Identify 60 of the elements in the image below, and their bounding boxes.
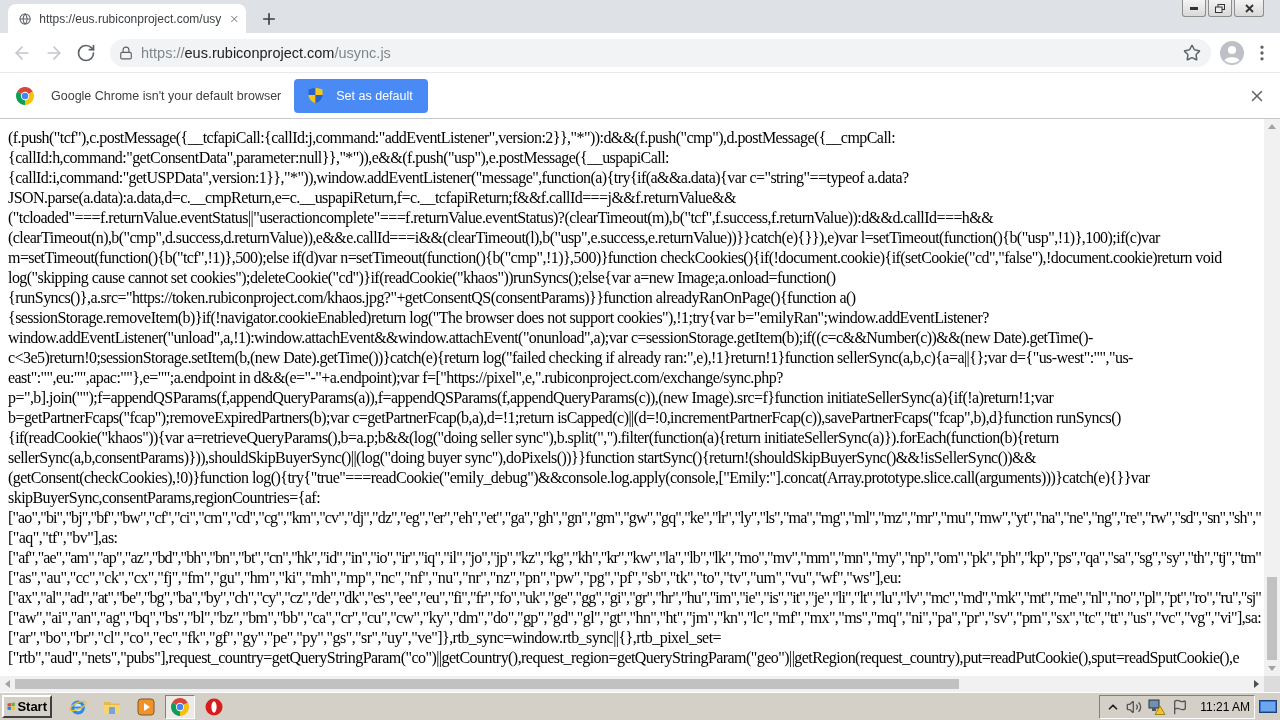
lock-icon[interactable] xyxy=(119,45,133,60)
start-button[interactable]: Start xyxy=(2,695,52,718)
taskbar-app-button[interactable] xyxy=(165,694,195,719)
url-text: https://eus.rubiconproject.com/usync.js xyxy=(141,44,392,61)
code-line: {callId:h,command:"getConsentData",parameter:null}},"*")),e&&(f.push("usp"),e.postMessage({__uspapiCall: xyxy=(8,148,669,168)
code-line: {runSyncs()},a.src="https://token.rubiconproject.com/khaos.jpg?"+getConsentQS(consentParams)}}function alreadyRanOnPage(){function a() xyxy=(8,288,856,308)
horizontal-scrollbar[interactable] xyxy=(0,676,1264,692)
plus-icon xyxy=(260,10,278,28)
code-line: sellerSync(a,b,consentParams)})),shouldSkipBuyerSync()||(log("doing buyer sync"),doPixels())}}function startSync(){return!(shouldSkipBuyerSync()&&!isSellerSync())&& xyxy=(8,448,1036,468)
code-line: (getConsent(checkCookies),!0)}function log(){try{"true"===readCookie("emily_debug")&&console.log.apply(console,["Emily:"].concat(Array.prototype.slice.call(arguments)))}catch(e){}}var xyxy=(8,468,1150,488)
speaker-icon[interactable] xyxy=(1126,698,1143,715)
code-line: ("tcloaded"===f.returnValue.eventStatus||"useractioncomplete"===f.returnValue.eventStatus)?(clearTimeout(m),b("tcf",f.success,f.returnValue)):d&&d.callId===h&& xyxy=(8,208,994,228)
scrollbar-corner xyxy=(1264,676,1280,692)
code-line: (f.push("tcf"),c.postMessage({__tcfapiCall:{callId:j,command:"addEventListener",version:2}},"*")):d&&(f.push("cmp"),d.postMessage({__cmpCall: xyxy=(8,128,896,148)
code-line: ["as","au","cc","ck","cx","fj","fm","gu","hm","ki","mh","mp","nc","nf","nu","nr","nz","pn","pw","pg","pf","sb","tk","to","tv","um","vu","wf","ws"],eu: xyxy=(8,568,902,588)
browser-logo-icon xyxy=(171,697,189,716)
address-bar[interactable]: https://eus.rubiconproject.com/usync.js xyxy=(110,38,1211,67)
code-line: {if(readCookie("khaos")){var a=retrieveQueryParams(),b=a.p;b&&(log("doing seller sync"),b.split(",").filter(function(a){return initiateSellerSync(a)}).forEach(function(b){return xyxy=(8,428,1059,448)
code-line: c<3e5)return!0;sessionStorage.setItem(b,(new Date).getTime())}catch(e){return log("failed checking if already ran:",e),!1}return!1}function sellerSync(a,b,c){a=a||{};var d={"us-west":"","us- xyxy=(8,348,1133,368)
close-window-button[interactable] xyxy=(1234,0,1264,17)
code-line: JSON.parse(a.data):a.data,d=c.__cmpReturn,e=c.__uspapiReturn,f=c.__tcfapiReturn;f&&f.callId===j&&f.returnValue&& xyxy=(8,188,736,208)
show-desktop-icon[interactable] xyxy=(1259,698,1277,715)
code-line: b=getPartnerFcaps("fcap");removeExpiredPartners(b);var c=getPartnerFcap(b,a),d=!1;return isCapped(c)||(d=!0,incrementPartnerFcap(c)),savePartnerFcaps("fcap",b),d}function runSyncs() xyxy=(8,408,1121,428)
restore-icon xyxy=(1215,3,1225,13)
play-icon xyxy=(137,697,155,716)
close-icon xyxy=(1244,3,1254,13)
code-line: m=setTimeout(function(){b("tcf",!1)},500);else if(d)var n=setTimeout(function(){b("cmp",!1)},500)}function checkCookies(){if(!document.cookie){if(setCookie("cd","false"),!document.cookie)return void xyxy=(8,248,1222,268)
scrollbar-thumb[interactable] xyxy=(1267,577,1277,660)
tab-title: https://eus.rubiconproject.com/usy xyxy=(39,11,222,26)
scroll-right-arrow-icon[interactable] xyxy=(1254,680,1259,688)
restore-button[interactable] xyxy=(1208,0,1232,17)
code-line: {callId:i,command:"getUSPData",version:1}},"*")),window.addEventListener("message",function(a){try{if(a&&a.data){var c="string"==typeof a.data? xyxy=(8,168,909,188)
minimize-button[interactable] xyxy=(1182,0,1206,17)
code-line: ["ao","bi","bj","bf","bw","cf","ci","cm","cd","cg","km","cv","dj","dz","eg","er","eh","et","ga","gh","gn","gm","gw","gq","ke","lr","ly","ls","ma","mg","ml","mz","mr","mu","mw","yt","na","ne","ng","re","rw","sd","sn","sh"," xyxy=(8,508,1261,528)
code-line: ["ar","bo","br","cl","co","ec","fk","gf","gy","pe","py","gs","sr","uy","ve"]},rtb_sync=window.rtb_sync||{},rtb_pixel_set= xyxy=(8,628,722,648)
shield-icon xyxy=(308,87,324,104)
code-line: ["rtb","aud","nets","pubs"],request_country=getQueryStringParam("co")||getCountry(),request_region=getQueryStringParam("geo")||getRegion(request_country),put=readPutCookie(),sput=readSputCookie(),e xyxy=(8,648,1240,668)
scrollbar-thumb[interactable] xyxy=(15,679,959,689)
flag-icon[interactable] xyxy=(1172,698,1189,715)
code-line: east":"",eu:"",apac:""},e="";a.endpoint in d&&(e="-"+a.endpoint);var f=["https://pixel",e,".rubiconproject.com/exchange/sync.php? xyxy=(8,368,783,388)
code-line: log("skipping cause cannot set cookies");deleteCookie("cd")}if(readCookie("khaos"))runSyncs();else{var a=new Image;a.onload=function() xyxy=(8,268,836,288)
browser-tab[interactable]: https://eus.rubiconproject.com/usy xyxy=(8,4,246,33)
code-line: window.addEventListener("unload",a,!1):window.attachEvent&&window.attachEvent("onunload",a);var c=sessionStorage.getItem(b);if((c=c&&Number(c))&&(new Date).getTime()- xyxy=(8,328,1093,348)
infobar-message: Google Chrome isn't your default browser xyxy=(51,88,282,103)
globe-icon xyxy=(19,10,32,27)
browser-logo-icon xyxy=(16,86,34,105)
code-line: p=",b].join("");f=appendQSParams(f,appendQueryParams(a)),f=appendQSParams(f,appendQueryParams(c)),(new Image).src=f}function initiateSellerSync(a){if(!a)return!1;var xyxy=(8,388,1054,408)
clock-time[interactable]: 11:21 AM xyxy=(1200,699,1250,714)
code-line: ["af","ae","am","ap","az","bd","bh","bn","bt","cn","hk","id","in","io","ir","iq","il","jo","jp","kz","kg","kh","kr","kw","la","lb","lk","mo","mv","mm","mn","my","np","om","pk","ph","kp","ps","qa","sa","sg","sy","th","tj","tm" xyxy=(8,548,1261,568)
vertical-scrollbar[interactable] xyxy=(1264,119,1280,676)
network-warning-icon[interactable] xyxy=(1148,698,1167,715)
minimize-icon xyxy=(1190,6,1198,10)
code-line: {sessionStorage.removeItem(b)}if(!navigator.cookieEnabled)return log("The browser does not support cookies"),!1;try{var b="emilyRan";window.addEventListener? xyxy=(8,308,989,328)
code-line: ["ax","al","ad","at","be","bg","ba","by","ch","cy","cz","de","dk","es","ee","eu","fi","fr","fo","uk","ge","gg","gi","gr","hr","hu","im","ie","is","it","je","li","lt","lu","lv","mc","md","mk","mt","me","nl","no","pl","pt","ro","ru","sj" xyxy=(8,588,1261,608)
code-line: (clearTimeout(n),b("cmp",d.success,d.returnValue)),e&&e.callId===i&&(clearTimeout(l),b("usp",e.success,e.returnValue))}}catch(e){}}),e)var l=setTimeout(function(){b("usp",!1)},100);if(c)var xyxy=(8,228,1160,248)
code-line: ["aw","ai","an","ag","bq","bs","bl","bz","bm","bb","ca","cr","cu","cw","ky","dm","do","gp","gd","gl","gt","hn","ht","jm","kn","lc","mf","mx","ms","mq","ni","pa","pr","sv","pm","sx","tc","tt","us","vc","vg","vi"],sa: xyxy=(8,608,1261,628)
oval-logo-icon xyxy=(205,697,223,716)
code-line: skipBuyerSync,consentParams,regionCountries={af: xyxy=(8,488,321,508)
star-icon[interactable] xyxy=(1183,43,1201,62)
code-line: ["aq","tf","bv"],as: xyxy=(8,528,118,548)
